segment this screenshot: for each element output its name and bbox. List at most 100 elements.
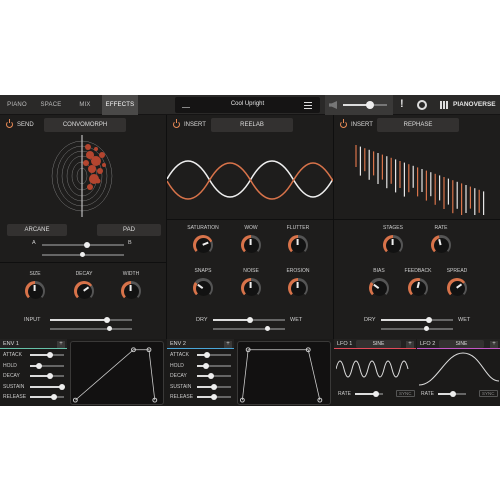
rate-knob[interactable] (431, 235, 451, 255)
morph-secondary-slider[interactable] (42, 251, 124, 257)
lfo2-shape-select[interactable]: SINE (439, 340, 484, 348)
insert2-power-icon[interactable] (340, 119, 347, 128)
bias-knob[interactable] (369, 278, 389, 298)
volume-thumb[interactable] (366, 101, 375, 109)
env2-param-slider[interactable] (197, 352, 231, 358)
input-secondary-thumb[interactable] (107, 325, 112, 331)
send-header: SEND CONVOMORPH (0, 115, 166, 135)
lfo1-add-button[interactable]: + (406, 340, 414, 348)
input-secondary-slider[interactable] (50, 325, 132, 331)
lfo2-add-button[interactable]: + (490, 340, 498, 348)
env2-param-slider[interactable] (197, 394, 231, 400)
env2-param-thumb[interactable] (204, 352, 211, 358)
noise-knob[interactable] (241, 278, 261, 298)
insert2-mix-slider[interactable] (381, 317, 453, 323)
env1-param-slider[interactable] (30, 352, 64, 358)
insert1-effect-select[interactable]: REELAB (211, 118, 293, 132)
env1-param-thumb[interactable] (47, 373, 54, 379)
env1-param-slider[interactable] (30, 394, 64, 400)
send-effect-select[interactable]: CONVOMORPH (44, 118, 126, 132)
env1-param-slider[interactable] (30, 362, 64, 369)
insert2-effect-select[interactable]: REPHASE (377, 118, 459, 132)
brand-name: PIANOVERSE (453, 101, 496, 108)
stages-knob[interactable] (383, 235, 403, 255)
env1-param-thumb[interactable] (47, 352, 54, 358)
morph-slider[interactable] (42, 242, 124, 248)
feedback-knob[interactable] (408, 278, 428, 298)
env1-add-button[interactable]: + (57, 340, 65, 348)
insert1-mix-thumb[interactable] (247, 317, 254, 323)
lfo1-rate-slider[interactable] (355, 391, 383, 397)
tab-piano[interactable]: PIANO (0, 95, 34, 115)
input-label: INPUT (24, 317, 41, 323)
tab-mix[interactable]: MIX (68, 95, 102, 115)
env2-param-slider[interactable] (197, 383, 231, 390)
env2-param-thumb[interactable] (202, 362, 209, 369)
env1-param-thumb[interactable] (50, 394, 57, 400)
insert1-dry-label: DRY (196, 317, 208, 323)
tab-space[interactable]: SPACE (34, 95, 68, 115)
decay-knob[interactable] (74, 281, 94, 301)
noise-label: NOISE (243, 268, 259, 274)
spread-knob[interactable] (447, 278, 467, 298)
env1-title: ENV 1 (3, 341, 19, 347)
size-knob[interactable] (25, 281, 45, 301)
insert1-mix-fill (213, 319, 251, 321)
morph-source-a[interactable]: ARCANE (7, 224, 67, 236)
brand-logo-icon (440, 101, 450, 109)
input-fill (50, 319, 108, 321)
env2-param-slider[interactable] (197, 373, 231, 379)
lfo2-rate-slider[interactable] (438, 391, 466, 397)
env1-param-thumb[interactable] (59, 383, 66, 390)
lfo2-sync-button[interactable]: SYNC (479, 390, 498, 397)
insert1-power-icon[interactable] (173, 119, 180, 128)
insert2-secondary-thumb[interactable] (424, 325, 429, 331)
insert2-mix-fill (381, 319, 430, 321)
env2-add-button[interactable]: + (224, 340, 232, 348)
stages-label: STAGES (383, 225, 403, 231)
tab-effects[interactable]: EFFECTS (102, 95, 138, 115)
env2-param-label: SUSTAIN (170, 383, 192, 390)
input-thumb[interactable] (104, 317, 111, 323)
env2-param-thumb[interactable] (211, 394, 217, 400)
env1-param-slider[interactable] (30, 373, 64, 379)
wow-knob[interactable] (241, 235, 261, 255)
morph-source-b[interactable]: PAD (97, 224, 161, 236)
lfo1-sync-button[interactable]: SYNC (396, 390, 415, 397)
env2-param-slider[interactable] (197, 362, 231, 369)
env1-param-thumb[interactable] (35, 362, 42, 369)
speaker-icon[interactable] (329, 101, 337, 109)
env1-graph[interactable] (70, 341, 164, 405)
lfo1-shape-select[interactable]: SINE (356, 340, 401, 348)
send-power-icon[interactable] (6, 119, 13, 128)
insert1-secondary-thumb[interactable] (265, 325, 270, 331)
insert2-mix-thumb[interactable] (426, 317, 433, 323)
preset-selector[interactable]: Cool Upright (175, 97, 320, 113)
lfo2-rate-thumb[interactable] (450, 391, 457, 397)
snaps-knob[interactable] (193, 278, 213, 298)
reelab-wave-visual (167, 160, 333, 200)
lfo1-wave (336, 360, 409, 378)
env2-graph[interactable] (237, 341, 331, 405)
env2-param-label: HOLD (170, 362, 184, 369)
lfo1-rate-thumb[interactable] (373, 391, 379, 397)
gear-icon[interactable] (417, 100, 427, 110)
input-slider[interactable] (50, 317, 132, 323)
flutter-knob[interactable] (288, 235, 308, 255)
saturation-knob[interactable] (193, 235, 213, 255)
insert1-mix-slider[interactable] (213, 317, 285, 323)
menu-icon[interactable] (304, 102, 312, 109)
insert2-secondary-slider[interactable] (381, 325, 453, 331)
width-knob[interactable] (121, 281, 141, 301)
morph-secondary-thumb[interactable] (80, 251, 85, 257)
morph-thumb[interactable] (84, 242, 91, 248)
env2-param-thumb[interactable] (211, 383, 217, 390)
erosion-knob[interactable] (288, 278, 308, 298)
volume-control (325, 95, 393, 115)
env2-param-thumb[interactable] (207, 373, 214, 379)
send-label: SEND (17, 122, 34, 128)
volume-slider[interactable] (343, 101, 387, 109)
env1-param-slider[interactable] (30, 383, 66, 390)
warning-icon[interactable]: ! (400, 98, 404, 110)
insert1-secondary-slider[interactable] (213, 325, 285, 331)
